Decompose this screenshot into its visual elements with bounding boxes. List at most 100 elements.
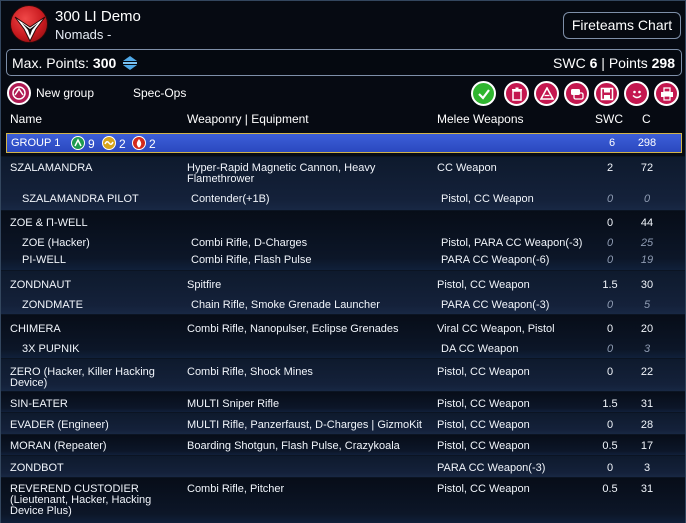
unit-swc: 1.5 bbox=[602, 398, 618, 410]
unit-swc: 0 bbox=[606, 462, 614, 474]
sub-unit-swc: 0 bbox=[606, 343, 614, 355]
sub-unit-swc: 0 bbox=[606, 254, 614, 266]
smiley-icon[interactable] bbox=[624, 81, 649, 106]
unit-weapons: Hyper-Rapid Magnetic Cannon, Heavy Flame… bbox=[187, 162, 376, 185]
new-group-icon[interactable] bbox=[7, 81, 31, 105]
sub-unit-melee: Pistol, CC Weapon bbox=[441, 193, 534, 205]
unit-weapons: Combi Rifle, Nanopulser, Eclipse Grenade… bbox=[187, 323, 399, 335]
unit-melee: Pistol, CC Weapon bbox=[437, 483, 530, 495]
unit-swc: 2 bbox=[606, 162, 614, 174]
unit-points: 44 bbox=[640, 217, 654, 229]
army-builder-window: 300 LI Demo Nomads - Fireteams Chart Max… bbox=[0, 0, 686, 523]
unit-points: 31 bbox=[640, 483, 654, 495]
header: 300 LI Demo Nomads - Fireteams Chart bbox=[1, 1, 685, 47]
spec-ops-button[interactable]: Spec-Ops bbox=[133, 86, 186, 100]
fireteams-chart-button[interactable]: Fireteams Chart bbox=[563, 12, 681, 39]
sub-unit-weapons: Combi Rifle, Flash Pulse bbox=[191, 254, 312, 266]
unit-row[interactable]: REVEREND CUSTODIER (Lieutenant, Hacker, … bbox=[1, 477, 685, 523]
sub-unit-points: 25 bbox=[640, 237, 654, 249]
validate-check-icon[interactable] bbox=[471, 81, 496, 106]
toolbar: New group Spec-Ops bbox=[1, 79, 685, 109]
swc-total: 6 bbox=[589, 55, 598, 71]
unit-name: ZONDNAUT bbox=[10, 279, 72, 291]
unit-name: MORAN (Repeater) bbox=[10, 440, 107, 452]
unit-row[interactable]: ZONDBOT PARA CC Weapon(-3) 0 3 bbox=[1, 455, 685, 477]
unit-weapons: MULTI Sniper Rifle bbox=[187, 398, 280, 410]
sub-unit-weapons: Combi Rifle, D-Charges bbox=[191, 237, 308, 249]
points-label: Points bbox=[608, 55, 648, 71]
irregular-order-count: 2 bbox=[119, 137, 126, 151]
swc-points-summary: SWC 6 | Points 298 bbox=[553, 55, 675, 71]
unit-swc: 0.5 bbox=[602, 483, 618, 495]
max-points-value: 300 bbox=[92, 55, 117, 71]
unit-row[interactable]: SIN-EATER MULTI Sniper Rifle Pistol, CC … bbox=[1, 391, 685, 412]
army-logo-icon bbox=[10, 5, 48, 43]
print-icon[interactable] bbox=[654, 81, 679, 106]
army-name: 300 LI Demo bbox=[55, 8, 141, 25]
unit-name: SZALAMANDRA bbox=[10, 162, 93, 174]
unit-melee: Pistol, CC Weapon bbox=[437, 398, 530, 410]
unit-melee: PARA CC Weapon(-3) bbox=[437, 462, 546, 474]
unit-swc: 0 bbox=[606, 323, 614, 335]
unit-swc: 0.5 bbox=[602, 440, 618, 452]
sub-unit-melee: PARA CC Weapon(-3) bbox=[441, 299, 550, 311]
unit-row[interactable]: EVADER (Engineer) MULTI Rifle, Panzerfau… bbox=[1, 412, 685, 434]
unit-melee: Viral CC Weapon, Pistol bbox=[437, 323, 555, 335]
unit-name: REVEREND CUSTODIER (Lieutenant, Hacker, … bbox=[10, 483, 152, 517]
sub-unit-swc: 0 bbox=[606, 193, 614, 205]
group-row[interactable]: GROUP 1 9 2 2 6 298 bbox=[6, 133, 682, 153]
column-header-cost[interactable]: C bbox=[642, 112, 651, 126]
chat-icon[interactable] bbox=[564, 81, 589, 106]
unit-name: CHIMERA bbox=[10, 323, 61, 335]
unit-melee: Pistol, CC Weapon bbox=[437, 440, 530, 452]
unit-swc: 0 bbox=[606, 419, 614, 431]
regular-order-icon bbox=[71, 136, 85, 150]
unit-points: 30 bbox=[640, 279, 654, 291]
impetuous-order-icon bbox=[132, 136, 146, 150]
sub-unit-name: PI-WELL bbox=[22, 254, 67, 266]
trash-icon[interactable] bbox=[504, 81, 529, 106]
sub-unit-points: 19 bbox=[640, 254, 654, 266]
impetuous-order-count: 2 bbox=[149, 137, 156, 151]
unit-row[interactable]: ZONDNAUT Spitfire Pistol, CC Weapon 1.5 … bbox=[1, 270, 685, 314]
unit-row[interactable]: SZALAMANDRA Hyper-Rapid Magnetic Cannon,… bbox=[1, 156, 685, 210]
army-logo-icon[interactable] bbox=[534, 81, 559, 106]
unit-row[interactable]: ZERO (Hacker, Killer Hacking Device) Com… bbox=[1, 358, 685, 391]
sub-unit-weapons: Chain Rifle, Smoke Grenade Launcher bbox=[191, 299, 380, 311]
column-header-weaponry[interactable]: Weaponry | Equipment bbox=[187, 112, 309, 126]
regular-order-count: 9 bbox=[88, 137, 95, 151]
sub-unit-points: 0 bbox=[643, 193, 651, 205]
column-headers: Name Weaponry | Equipment Melee Weapons … bbox=[1, 109, 685, 129]
swc-label: SWC bbox=[553, 55, 586, 71]
points-spinner-icon[interactable] bbox=[121, 55, 139, 71]
unit-name: ZERO (Hacker, Killer Hacking Device) bbox=[10, 366, 155, 389]
group-label: GROUP 1 bbox=[11, 137, 61, 149]
save-icon[interactable] bbox=[594, 81, 619, 106]
points-total: 298 bbox=[651, 55, 675, 71]
group-swc: 6 bbox=[608, 137, 616, 149]
unit-points: 22 bbox=[640, 366, 654, 378]
unit-points: 31 bbox=[640, 398, 654, 410]
new-group-button[interactable]: New group bbox=[36, 86, 94, 100]
max-points-label: Max. Points: bbox=[12, 55, 90, 71]
summary-separator: | bbox=[601, 55, 605, 71]
sub-unit-swc: 0 bbox=[606, 237, 614, 249]
unit-row[interactable]: CHIMERA Combi Rifle, Nanopulser, Eclipse… bbox=[1, 314, 685, 358]
unit-row[interactable]: MORAN (Repeater) Boarding Shotgun, Flash… bbox=[1, 434, 685, 455]
unit-points: 72 bbox=[640, 162, 654, 174]
unit-swc: 0 bbox=[606, 366, 614, 378]
unit-swc: 1.5 bbox=[602, 279, 618, 291]
column-header-name[interactable]: Name bbox=[10, 112, 42, 126]
column-header-swc[interactable]: SWC bbox=[595, 112, 623, 126]
unit-name: ZOE & Π-WELL bbox=[10, 217, 88, 229]
sub-unit-weapons: Contender(+1B) bbox=[191, 193, 270, 205]
unit-row[interactable]: ZOE & Π-WELL 0 44 ZOE (Hacker) Combi Rif… bbox=[1, 210, 685, 270]
column-header-melee[interactable]: Melee Weapons bbox=[437, 112, 524, 126]
unit-weapons: Combi Rifle, Pitcher bbox=[187, 483, 285, 495]
unit-name: EVADER (Engineer) bbox=[10, 419, 109, 431]
unit-weapons: Combi Rifle, Shock Mines bbox=[187, 366, 313, 378]
unit-melee: Pistol, CC Weapon bbox=[437, 419, 530, 431]
unit-swc: 0 bbox=[606, 217, 614, 229]
unit-weapons: MULTI Rifle, Panzerfaust, D-Charges | Gi… bbox=[187, 419, 422, 431]
irregular-order-icon bbox=[102, 136, 116, 150]
